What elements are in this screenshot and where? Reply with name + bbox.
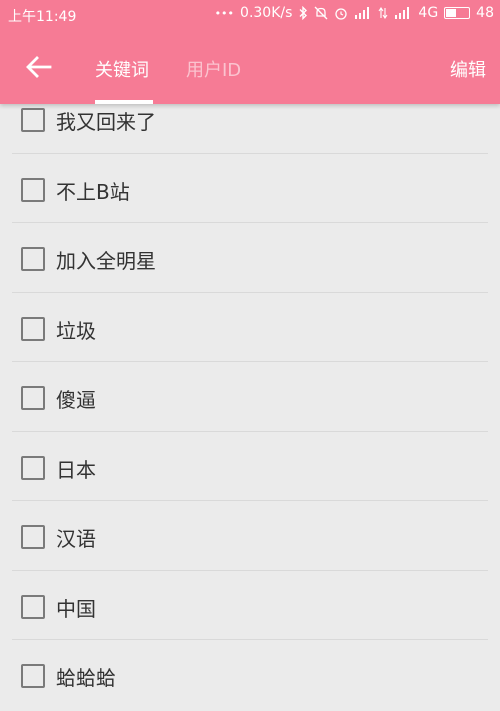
back-button[interactable] [18,46,60,88]
list-item[interactable]: 蛤蛤蛤 [0,640,500,710]
list-item[interactable]: 垃圾 [0,293,500,362]
list-item[interactable]: 日本 [0,432,500,501]
more-dots: ••• [214,6,235,20]
checkbox[interactable] [21,594,45,619]
item-label: 不上B站 [56,179,130,204]
edit-button[interactable]: 编辑 [450,56,486,82]
tab-user-id[interactable]: 用户ID [186,56,241,82]
item-label: 日本 [56,457,96,482]
status-icons: ••• 0.30K/s 4G 48 [215,5,494,21]
data-arrows-icon [378,7,388,19]
checkbox[interactable] [21,664,45,688]
item-label: 我又回来了 [56,110,156,134]
keyword-list: 我又回来了 不上B站 加入全明星 垃圾 傻逼 日本 汉语 中国 蛤蛤蛤 [0,84,500,710]
tab-indicator [95,100,153,104]
alarm-icon [334,6,348,20]
item-label: 垃圾 [56,318,96,343]
tab-keywords[interactable]: 关键词 [95,56,149,82]
checkbox[interactable] [21,455,45,480]
checkbox[interactable] [21,525,45,549]
toolbar: 关键词 用户ID 编辑 [0,30,500,104]
list-item[interactable]: 汉语 [0,501,500,571]
checkbox[interactable] [21,247,45,271]
item-label: 加入全明星 [56,249,156,273]
item-label: 汉语 [56,527,96,551]
list-item[interactable]: 傻逼 [0,362,500,432]
checkbox[interactable] [21,386,45,410]
item-label: 中国 [56,596,96,621]
bluetooth-icon [298,6,308,20]
item-label: 傻逼 [56,388,96,412]
checkbox[interactable] [21,316,45,341]
battery-icon [444,7,471,19]
status-bar: 上午11:49 ••• 0.30K/s 4G 48 [0,0,500,30]
network-type: 4G [418,5,439,21]
list-item[interactable]: 中国 [0,571,500,640]
item-label: 蛤蛤蛤 [56,666,116,690]
battery-percent: 48 [476,5,494,21]
arrow-left-icon [26,56,52,78]
app-bar: 上午11:49 ••• 0.30K/s 4G 48 关键词 用户ID 编辑 [0,0,500,104]
checkbox[interactable] [21,108,45,132]
net-speed: 0.30K/s [240,5,293,21]
signal-icon [354,7,372,19]
signal-icon [394,7,412,19]
battery-level [446,9,457,17]
mute-icon [314,6,328,20]
status-time: 上午11:49 [8,9,77,25]
checkbox[interactable] [21,177,45,202]
list-item[interactable]: 加入全明星 [0,223,500,293]
list-item[interactable]: 不上B站 [0,154,500,223]
